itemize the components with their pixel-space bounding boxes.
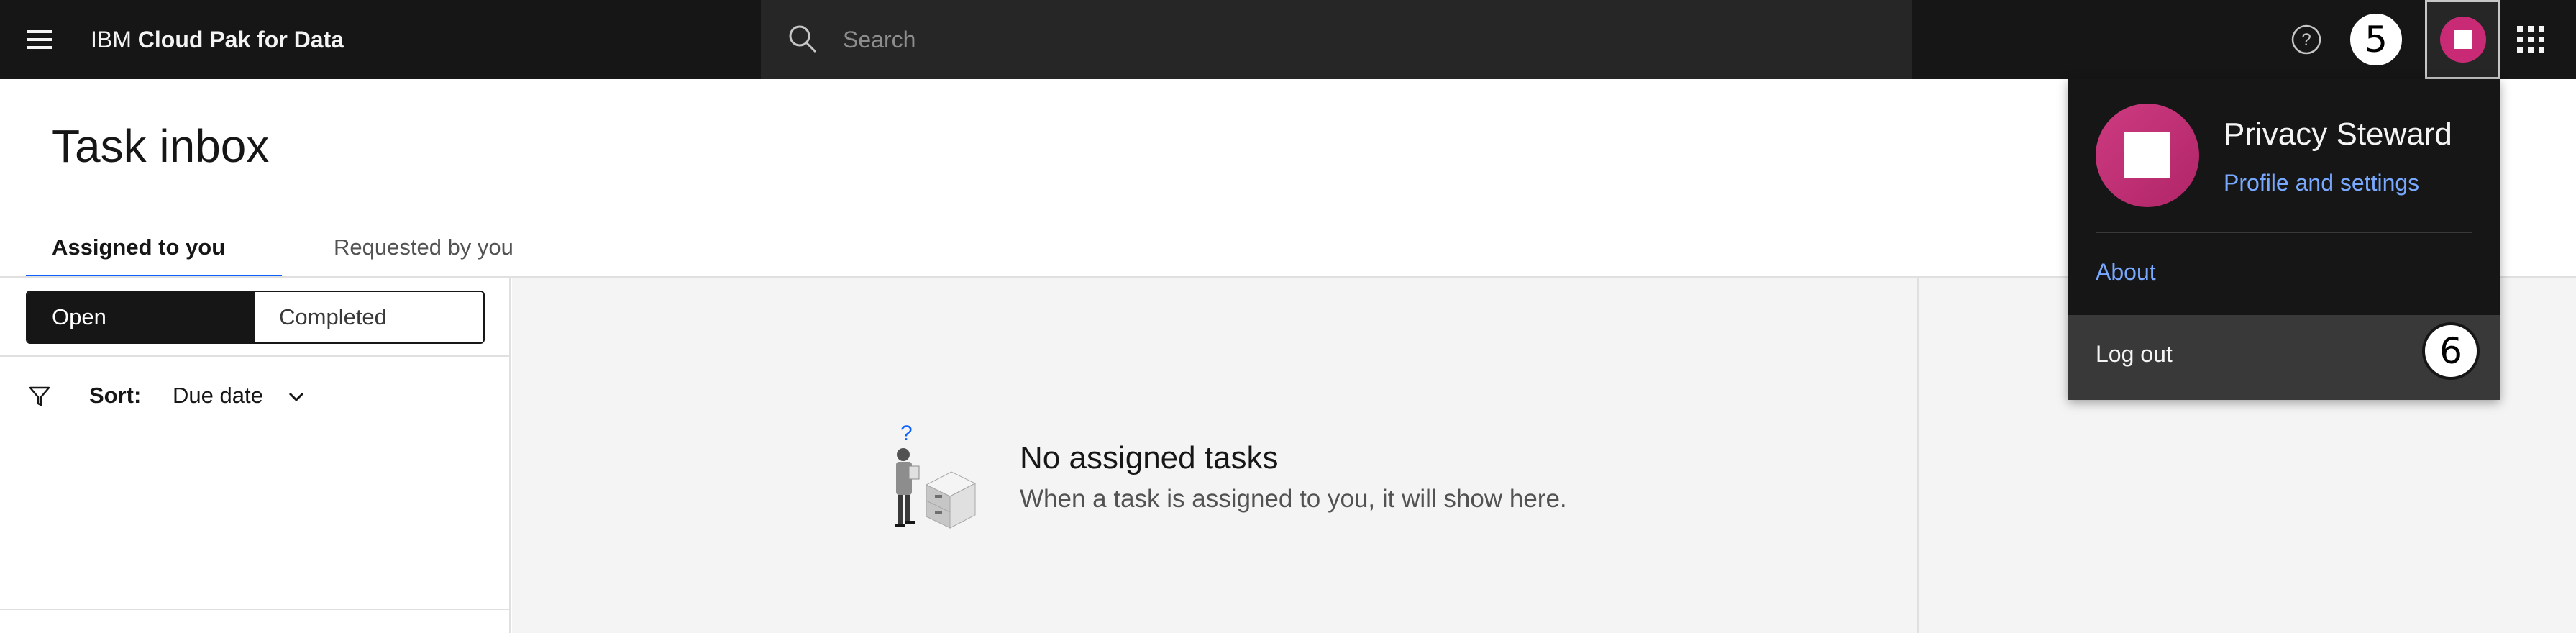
hamburger-menu-icon[interactable]	[20, 20, 59, 59]
avatar	[2440, 17, 2486, 63]
callout-badge-6: 6	[2422, 322, 2480, 380]
search-input[interactable]: Search	[843, 0, 915, 79]
brand-name: Cloud Pak for Data	[137, 27, 344, 53]
page-title: Task inbox	[52, 120, 270, 172]
open-toggle-button[interactable]: Open	[27, 292, 255, 342]
sort-dropdown[interactable]: Due date	[173, 383, 263, 409]
empty-state-title: No assigned tasks	[1020, 440, 1279, 475]
svg-text:?: ?	[2301, 30, 2311, 50]
svg-text:?: ?	[900, 422, 913, 445]
avatar-square-icon	[2124, 132, 2170, 178]
log-out-label: Log out	[2096, 341, 2173, 367]
user-avatar-button[interactable]	[2425, 0, 2500, 79]
avatar-square-icon	[2454, 30, 2472, 49]
divider	[0, 609, 509, 610]
search-bar[interactable]: Search	[761, 0, 1912, 79]
callout-badge-5: 5	[2347, 11, 2405, 68]
empty-state-illustration: ?	[895, 422, 977, 529]
app-switcher-icon[interactable]	[2517, 26, 2544, 53]
filter-icon[interactable]	[27, 384, 52, 409]
product-name[interactable]: IBM Cloud Pak for Data	[91, 0, 344, 79]
divider	[0, 355, 509, 357]
avatar	[2096, 104, 2199, 207]
divider	[2096, 232, 2472, 233]
task-list-panel: Open Completed Sort: Due date	[0, 278, 511, 633]
user-name: Privacy Steward	[2224, 117, 2452, 152]
chevron-down-icon[interactable]	[285, 386, 308, 409]
profile-and-settings-link[interactable]: Profile and settings	[2224, 170, 2419, 196]
about-link[interactable]: About	[2096, 259, 2156, 286]
sort-label: Sort:	[89, 383, 142, 408]
top-header: IBM Cloud Pak for Data Search ? 5	[0, 0, 2576, 79]
completed-toggle-button[interactable]: Completed	[255, 292, 483, 342]
status-toggle: Open Completed	[26, 291, 485, 344]
tab-requested-by-you[interactable]: Requested by you	[282, 224, 538, 278]
search-icon	[789, 25, 817, 53]
tab-assigned-to-you[interactable]: Assigned to you	[26, 224, 282, 278]
brand-prefix: IBM	[91, 27, 132, 53]
help-icon[interactable]: ?	[2290, 23, 2323, 56]
empty-state-message: When a task is assigned to you, it will …	[1020, 485, 1567, 513]
